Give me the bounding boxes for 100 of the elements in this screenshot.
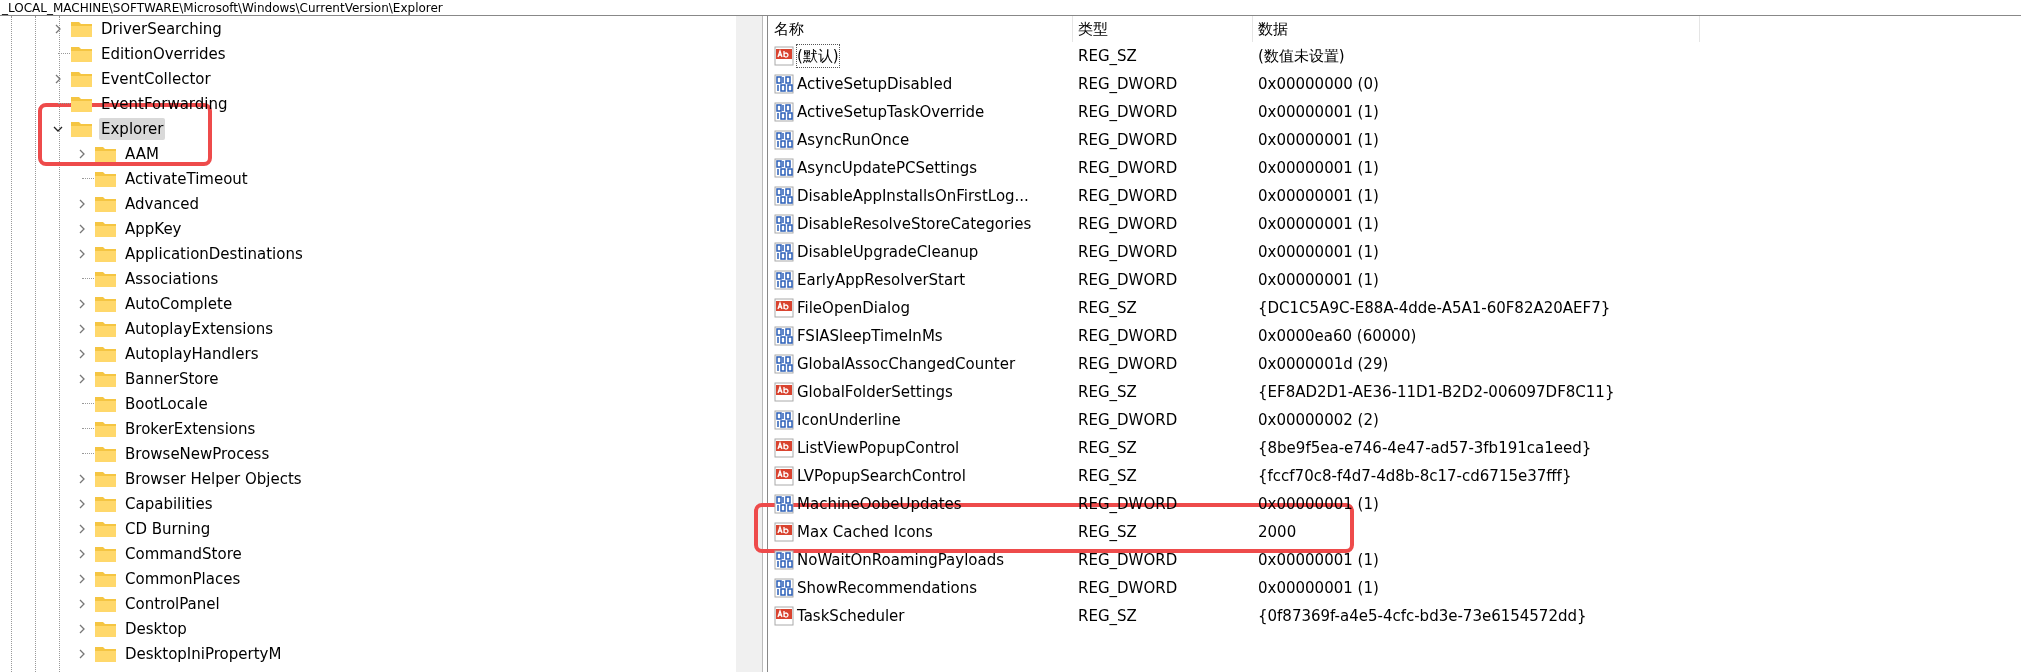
value-name[interactable]: DisableUpgradeCleanup [797, 240, 979, 264]
value-name[interactable]: ShowRecommendations [797, 576, 978, 600]
value-data: 0x00000001 (1) [1257, 129, 1379, 151]
value-name[interactable]: GlobalAssocChangedCounter [797, 352, 1016, 376]
tree-item[interactable]: Advanced [123, 192, 202, 215]
value-type: REG_DWORD [1077, 325, 1179, 347]
value-data: 0x00000001 (1) [1257, 493, 1379, 515]
tree-item[interactable]: AutoplayHandlers [123, 342, 261, 365]
folder-icon [94, 519, 117, 538]
tree-item[interactable]: ControlPanel [123, 592, 222, 615]
value-name[interactable]: DisableResolveStoreCategories [797, 212, 1032, 236]
value-type: REG_DWORD [1077, 129, 1179, 151]
folder-icon [94, 294, 117, 313]
binary-value-icon [774, 242, 794, 262]
tree-item[interactable]: CommandStore [123, 542, 244, 565]
value-name[interactable]: DisableAppInstallsOnFirstLog... [797, 184, 1029, 208]
value-name[interactable]: AsyncUpdatePCSettings [797, 156, 978, 180]
string-value-icon [774, 382, 794, 402]
tree-item[interactable]: BannerStore [123, 367, 221, 390]
column-header[interactable]: 数据 [1253, 16, 1700, 42]
value-data: 0x00000000 (0) [1257, 73, 1379, 95]
value-name[interactable]: ActiveSetupDisabled [797, 72, 953, 96]
binary-value-icon [774, 186, 794, 206]
folder-icon [94, 319, 117, 338]
value-type: REG_DWORD [1077, 213, 1179, 235]
column-header[interactable]: 类型 [1073, 16, 1253, 42]
value-data: {fccf70c8-f4d7-4d8b-8c17-cd6715e37fff} [1257, 465, 1572, 487]
binary-value-icon [774, 410, 794, 430]
tree-item[interactable]: CommonPlaces [123, 567, 243, 590]
folder-icon [94, 469, 117, 488]
value-name[interactable]: FSIASleepTimeInMs [797, 324, 943, 348]
folder-icon [94, 444, 117, 463]
tree-item[interactable]: BrokerExtensions [123, 417, 258, 440]
folder-icon [70, 44, 93, 63]
tree-item[interactable]: AAM [123, 142, 161, 165]
value-type: REG_DWORD [1077, 493, 1179, 515]
tree-item[interactable]: Browser Helper Objects [123, 467, 304, 490]
folder-icon [94, 219, 117, 238]
folder-icon [94, 369, 117, 388]
value-data: 0x00000001 (1) [1257, 185, 1379, 207]
value-name[interactable]: LVPopupSearchControl [797, 464, 966, 488]
value-type: REG_SZ [1077, 605, 1138, 627]
binary-value-icon [774, 270, 794, 290]
value-type: REG_SZ [1077, 45, 1138, 67]
folder-icon [70, 119, 93, 138]
value-type: REG_DWORD [1077, 101, 1179, 123]
value-type: REG_DWORD [1077, 353, 1179, 375]
tree-item[interactable]: DriverSearching [99, 17, 224, 40]
address-bar[interactable]: _LOCAL_MACHINE\SOFTWARE\Microsoft\Windows\CurrentVersion\Explorer [0, 0, 2021, 16]
value-name[interactable]: MachineOobeUpdates [797, 492, 962, 516]
value-name[interactable]: EarlyAppResolverStart [797, 268, 966, 292]
binary-value-icon [774, 158, 794, 178]
value-data: {DC1C5A9C-E88A-4dde-A5A1-60F82A20AEF7} [1257, 297, 1611, 319]
value-data: 0x00000001 (1) [1257, 577, 1379, 599]
tree-item[interactable]: BootLocale [123, 392, 210, 415]
string-value-icon [774, 46, 794, 66]
column-header[interactable]: 名称 [768, 16, 1073, 42]
value-data: {8be9f5ea-e746-4e47-ad57-3fb191ca1eed} [1257, 437, 1592, 459]
tree-item[interactable]: AutoComplete [123, 292, 235, 315]
tree-item[interactable]: Explorer [99, 117, 166, 140]
tree-item[interactable]: EditionOverrides [99, 42, 228, 65]
value-name[interactable]: GlobalFolderSettings [797, 380, 953, 404]
value-type: REG_SZ [1077, 465, 1138, 487]
value-data: 0x0000ea60 (60000) [1257, 325, 1417, 347]
tree-item[interactable]: ActivateTimeout [123, 167, 250, 190]
folder-icon [94, 344, 117, 363]
value-name[interactable]: FileOpenDialog [797, 296, 910, 320]
binary-value-icon [774, 130, 794, 150]
value-name[interactable]: ActiveSetupTaskOverride [797, 100, 985, 124]
value-name[interactable]: IconUnderline [797, 408, 901, 432]
tree-item[interactable]: BrowseNewProcess [123, 442, 272, 465]
value-name[interactable]: ListViewPopupControl [797, 436, 960, 460]
tree-item[interactable]: Desktop [123, 617, 189, 640]
tree-item[interactable]: AutoplayExtensions [123, 317, 276, 340]
value-data: 0x00000001 (1) [1257, 101, 1379, 123]
tree-item[interactable]: DesktopIniPropertyM [123, 642, 284, 665]
folder-icon [70, 94, 93, 113]
value-name[interactable]: AsyncRunOnce [797, 128, 910, 152]
value-name[interactable]: Max Cached Icons [797, 520, 933, 544]
tree-item[interactable]: AppKey [123, 217, 184, 240]
value-name[interactable]: (默认) [797, 44, 839, 68]
value-data: 0x0000001d (29) [1257, 353, 1389, 375]
string-value-icon [774, 466, 794, 486]
tree-item[interactable]: Capabilities [123, 492, 215, 515]
value-type: REG_DWORD [1077, 185, 1179, 207]
value-type: REG_DWORD [1077, 409, 1179, 431]
string-value-icon [774, 298, 794, 318]
binary-value-icon [774, 74, 794, 94]
tree-item[interactable]: ApplicationDestinations [123, 242, 305, 265]
tree-item[interactable]: Associations [123, 267, 221, 290]
folder-icon [94, 194, 117, 213]
value-name[interactable]: TaskScheduler [797, 604, 905, 628]
tree-item[interactable]: CD Burning [123, 517, 213, 540]
scrollbar-track[interactable] [736, 16, 762, 672]
value-data: 0x00000001 (1) [1257, 157, 1379, 179]
string-value-icon [774, 438, 794, 458]
folder-icon [94, 244, 117, 263]
tree-item[interactable]: EventCollector [99, 67, 213, 90]
value-data: 0x00000001 (1) [1257, 213, 1379, 235]
value-name[interactable]: NoWaitOnRoamingPayloads [797, 548, 1005, 572]
